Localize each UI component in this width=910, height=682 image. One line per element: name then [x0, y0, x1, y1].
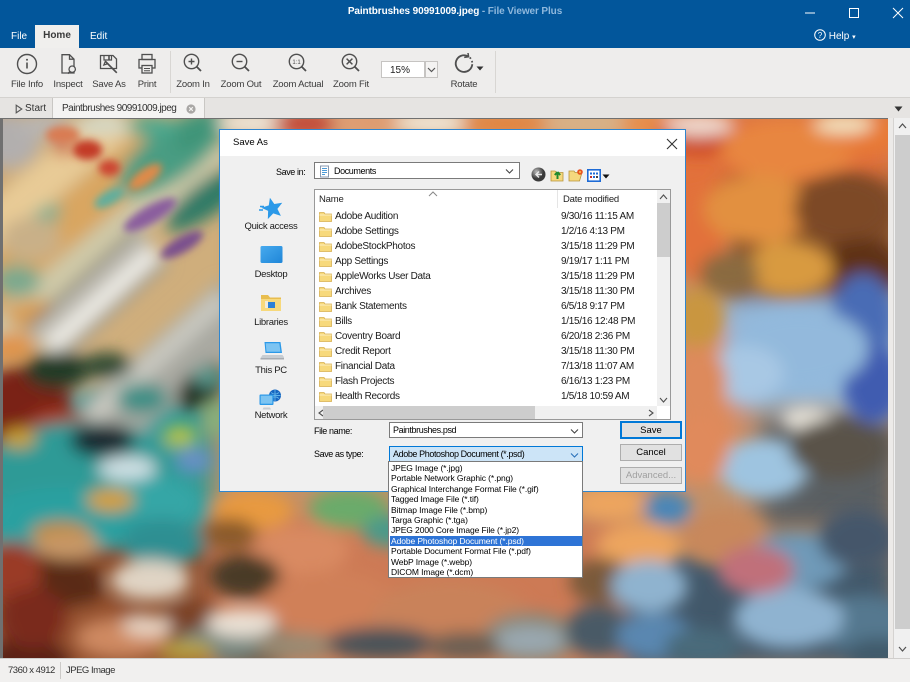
svg-text:1:1: 1:1 [292, 60, 301, 66]
svg-text:?: ? [818, 31, 823, 40]
